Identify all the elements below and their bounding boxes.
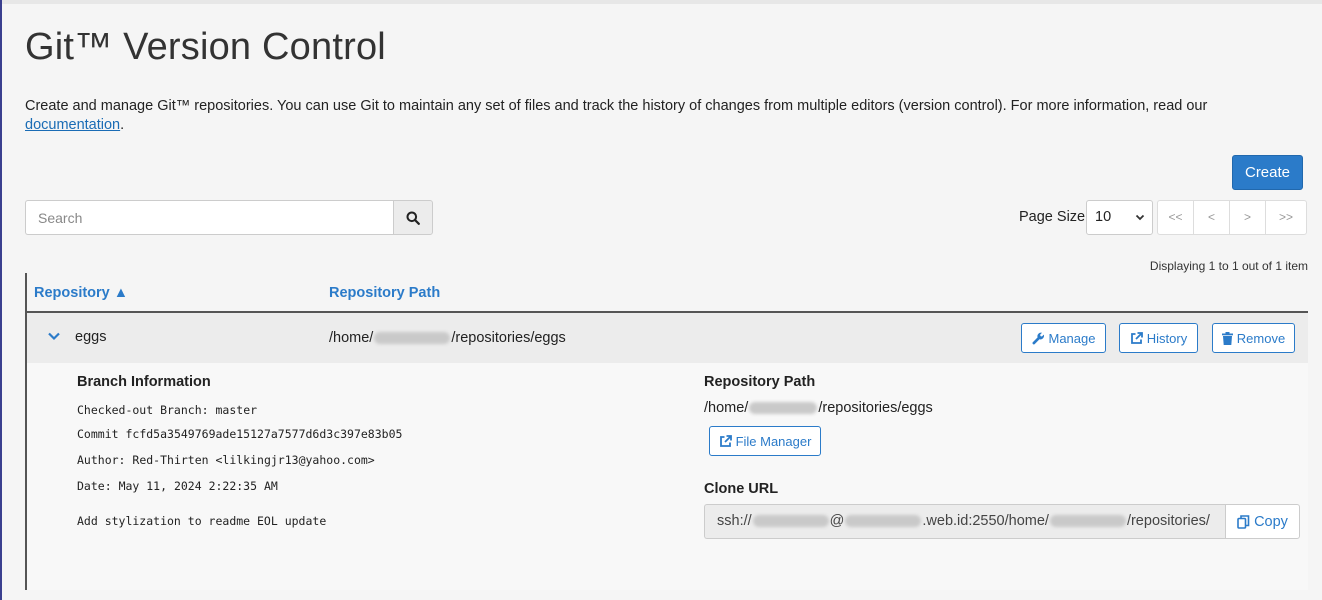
file-manager-button[interactable]: File Manager — [709, 426, 821, 456]
pager-last[interactable]: >> — [1265, 200, 1307, 235]
commit-label: Commit — [77, 427, 119, 441]
date-label: Date: — [77, 479, 112, 493]
file-manager-label: File Manager — [735, 433, 812, 449]
checked-out-label: Checked-out Branch: — [77, 403, 209, 417]
author-label: Author: — [77, 453, 126, 467]
path-prefix: /home/ — [329, 330, 374, 346]
clone-url-title: Clone URL — [704, 481, 779, 497]
pager-first[interactable]: << — [1157, 200, 1194, 235]
column-header-repository-path[interactable]: Repository Path — [329, 285, 440, 301]
chevron-down-icon[interactable] — [46, 328, 62, 344]
redacted-text — [374, 332, 451, 345]
description-text: Create and manage Git™ repositories. You… — [25, 98, 1208, 114]
top-border — [0, 0, 1322, 4]
wrench-icon — [1032, 332, 1044, 344]
repository-name: eggs — [75, 329, 107, 345]
checked-out-branch: Checked-out Branch: master — [77, 403, 257, 417]
commit-message: Add stylization to readme EOL update — [77, 514, 327, 528]
clone-suffix: /repositories/ — [1126, 513, 1210, 529]
commit-author: Author: Red-Thirten <lilkingjr13@yahoo.c… — [77, 453, 375, 467]
column-header-repository[interactable]: Repository ▲ — [34, 285, 128, 301]
commit-value: fcfd5a3549769ade15127a7577d6d3c397e83b05 — [125, 427, 403, 441]
redacted-text — [1049, 515, 1126, 528]
clone-prefix: ssh:// — [717, 513, 752, 529]
redacted-text — [845, 515, 922, 528]
trash-icon — [1221, 331, 1233, 345]
remove-label: Remove — [1236, 330, 1286, 346]
clone-url-field[interactable]: ssh:// @ .web.id:2550/home/ /repositories/ — [704, 504, 1225, 539]
page-description: Create and manage Git™ repositories. You… — [25, 97, 1295, 135]
commit-hash: Commit fcfd5a3549769ade15127a7577d6d3c39… — [77, 427, 402, 441]
repo-path-prefix: /home/ — [704, 400, 749, 416]
clone-at: @ — [829, 513, 845, 529]
page-title: Git™ Version Control — [25, 26, 386, 68]
repository-path-value: /home/ /repositories/eggs — [704, 400, 933, 416]
manage-button[interactable]: Manage — [1021, 323, 1106, 353]
repo-path-suffix: /repositories/eggs — [818, 400, 933, 416]
branch-information-title: Branch Information — [77, 374, 211, 390]
redacted-text — [749, 402, 818, 415]
external-link-icon — [719, 434, 732, 447]
search-button[interactable] — [393, 200, 433, 235]
page-size-select[interactable]: 10 — [1086, 200, 1153, 235]
copy-button[interactable]: Copy — [1225, 504, 1300, 539]
search-input[interactable] — [25, 200, 393, 235]
table-row[interactable] — [27, 313, 1308, 363]
create-button[interactable]: Create — [1232, 155, 1303, 190]
page-size-value: 10 — [1095, 209, 1112, 225]
copy-icon — [1237, 514, 1250, 529]
checked-out-value: master — [215, 403, 258, 417]
author-value: Red-Thirten <lilkingjr13@yahoo.com> — [132, 453, 375, 467]
repository-path-title: Repository Path — [704, 374, 816, 390]
redacted-text — [752, 515, 829, 528]
remove-button[interactable]: Remove — [1212, 323, 1295, 353]
description-suffix: . — [120, 117, 125, 133]
pagination: << < > >> — [1157, 200, 1307, 235]
commit-date: Date: May 11, 2024 2:22:35 AM — [77, 479, 278, 493]
date-value: May 11, 2024 2:22:35 AM — [118, 479, 278, 493]
history-button[interactable]: History — [1119, 323, 1198, 353]
left-border — [0, 0, 2, 600]
manage-label: Manage — [1048, 330, 1096, 346]
external-link-icon — [1130, 331, 1143, 344]
repository-details-panel — [27, 363, 1308, 590]
documentation-link[interactable]: documentation — [25, 117, 120, 133]
results-count: Displaying 1 to 1 out of 1 item — [1149, 259, 1308, 273]
copy-label: Copy — [1254, 513, 1288, 530]
repository-path: /home/ /repositories/eggs — [329, 330, 566, 346]
path-suffix: /repositories/eggs — [451, 330, 566, 346]
clone-host: .web.id:2550/home/ — [922, 513, 1049, 529]
pager-prev[interactable]: < — [1193, 200, 1230, 235]
chevron-down-icon — [1135, 201, 1145, 234]
history-label: History — [1146, 330, 1188, 346]
search-group — [25, 200, 433, 235]
page-size-label: Page Size — [1019, 209, 1086, 225]
pager-next[interactable]: > — [1229, 200, 1266, 235]
search-icon — [406, 211, 420, 225]
